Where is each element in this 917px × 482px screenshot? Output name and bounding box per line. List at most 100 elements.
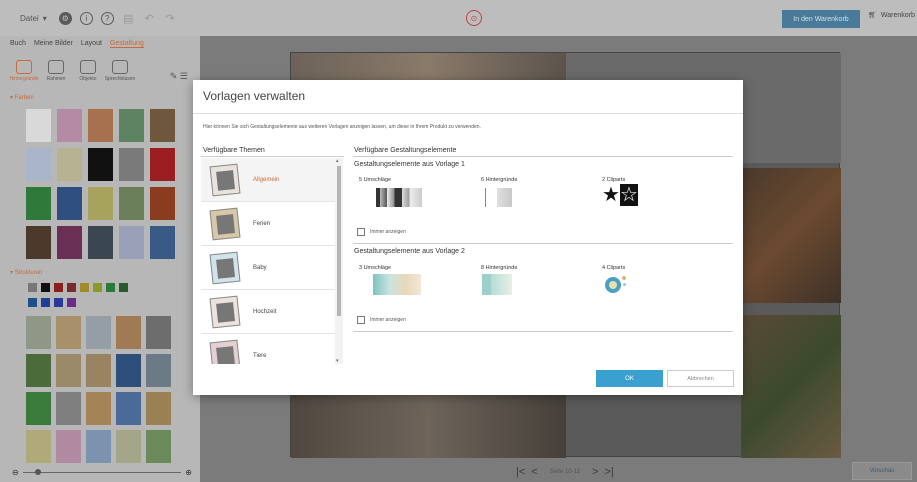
texture-swatch[interactable] [56,316,81,349]
cart-link[interactable]: 🛒︎ Warenkorb [868,11,915,20]
cancel-button[interactable]: Abbrechen [667,370,734,387]
texture-swatch[interactable] [56,392,81,425]
mini-color-swatch[interactable] [106,283,115,292]
tool-speech-bubbles[interactable]: Sprechblasen [105,60,135,82]
zoom-track[interactable] [22,468,182,475]
color-swatch[interactable] [26,226,51,259]
color-swatch[interactable] [26,187,51,220]
texture-swatch[interactable] [26,354,51,387]
tab-meine-bilder[interactable]: Meine Bilder [34,40,73,48]
mini-color-swatch[interactable] [119,283,128,292]
flower-clipart-icon[interactable] [603,274,627,294]
scrollbar-thumb[interactable] [337,166,341,316]
star-clipart-icon[interactable]: ★☆ [602,184,638,206]
help-icon[interactable]: ? [100,11,114,25]
ok-button[interactable]: OK [596,370,663,387]
covers-preview[interactable] [372,188,422,207]
checkbox-box[interactable] [357,316,365,324]
mini-color-swatch[interactable] [28,298,37,307]
pencil-icon[interactable]: ✎ ☰ [170,71,188,82]
mini-color-swatch[interactable] [41,283,50,292]
theme-item-tiere[interactable]: Tiere [201,334,336,364]
color-swatch[interactable] [88,109,113,142]
texture-swatch[interactable] [56,354,81,387]
texture-swatch[interactable] [26,316,51,349]
color-swatch[interactable] [88,148,113,181]
preview-button[interactable]: Vorschau [852,462,912,480]
texture-swatch[interactable] [116,430,141,463]
section-textures[interactable]: ▾ Strukturen [0,263,200,280]
mini-color-swatch[interactable] [67,298,76,307]
texture-swatch[interactable] [86,354,111,387]
color-swatch[interactable] [26,148,51,181]
texture-swatch[interactable] [146,354,171,387]
next-page-icon[interactable]: > [592,466,598,478]
texture-swatch[interactable] [26,430,51,463]
mini-color-swatch[interactable] [80,283,89,292]
theme-item-ferien[interactable]: Ferien [201,202,336,246]
info-icon[interactable]: i [79,11,93,25]
photo-right-bottom[interactable] [741,315,841,458]
texture-swatch[interactable] [86,316,111,349]
color-swatch[interactable] [88,226,113,259]
texture-swatch[interactable] [86,430,111,463]
backgrounds-preview[interactable] [482,274,512,295]
tab-buch[interactable]: Buch [10,40,26,48]
zoom-slider[interactable]: ⊖ ⊕ [12,467,192,477]
redo-icon[interactable]: ↷ [164,12,177,25]
covers-preview[interactable] [369,274,421,295]
scroll-down-icon[interactable]: ▾ [336,358,339,364]
tool-backgrounds[interactable]: Hintergründe [10,60,38,82]
color-swatch[interactable] [57,109,82,142]
settings-icon[interactable]: ⚙ [58,11,72,25]
theme-item-baby[interactable]: Baby [201,246,336,290]
notification-icon[interactable]: ⊙ [466,10,482,26]
color-swatch[interactable] [119,109,144,142]
section-colors[interactable]: ▾ Farben [0,88,200,105]
texture-swatch[interactable] [86,392,111,425]
tab-gestaltung[interactable]: Gestaltung [109,40,144,48]
theme-item-allgemein[interactable]: Allgemein [201,158,336,202]
theme-item-hochzeit[interactable]: Hochzeit [201,290,336,334]
mini-color-swatch[interactable] [54,283,63,292]
color-swatch[interactable] [150,187,175,220]
texture-swatch[interactable] [116,392,141,425]
texture-swatch[interactable] [56,430,81,463]
theme-list-scrollbar[interactable]: ▴ ▾ [335,158,343,364]
texture-swatch[interactable] [146,430,171,463]
color-swatch[interactable] [57,148,82,181]
undo-icon[interactable]: ↶ [143,12,156,25]
mini-color-swatch[interactable] [54,298,63,307]
color-swatch[interactable] [88,187,113,220]
zoom-out-icon[interactable]: ⊖ [12,468,19,477]
mini-color-swatch[interactable] [41,298,50,307]
color-swatch[interactable] [150,226,175,259]
texture-swatch[interactable] [116,354,141,387]
first-page-icon[interactable]: |< [516,466,525,478]
always-show-checkbox-1[interactable]: Immer anzeigen [357,228,406,236]
texture-swatch[interactable] [26,392,51,425]
texture-swatch[interactable] [146,392,171,425]
texture-swatch[interactable] [116,316,141,349]
checkbox-box[interactable] [357,228,365,236]
always-show-checkbox-2[interactable]: Immer anzeigen [357,316,406,324]
tab-layout[interactable]: Layout [81,40,102,48]
color-swatch[interactable] [57,226,82,259]
mini-color-swatch[interactable] [67,283,76,292]
photo-right-middle[interactable] [741,168,841,303]
color-swatch[interactable] [26,109,51,142]
mini-color-swatch[interactable] [93,283,102,292]
tool-frames[interactable]: Rahmen [44,60,68,82]
color-swatch[interactable] [119,226,144,259]
add-to-cart-button[interactable]: In den Warenkorb [782,10,860,28]
color-swatch[interactable] [150,109,175,142]
zoom-knob[interactable] [34,468,41,475]
tool-objects[interactable]: Objekte [76,60,100,82]
color-swatch[interactable] [57,187,82,220]
color-swatch[interactable] [119,148,144,181]
backgrounds-preview[interactable] [482,188,512,207]
file-menu[interactable]: Datei ▾ [20,14,47,23]
color-swatch[interactable] [150,148,175,181]
scroll-up-icon[interactable]: ▴ [336,158,339,164]
save-icon[interactable]: ▤ [122,12,135,25]
